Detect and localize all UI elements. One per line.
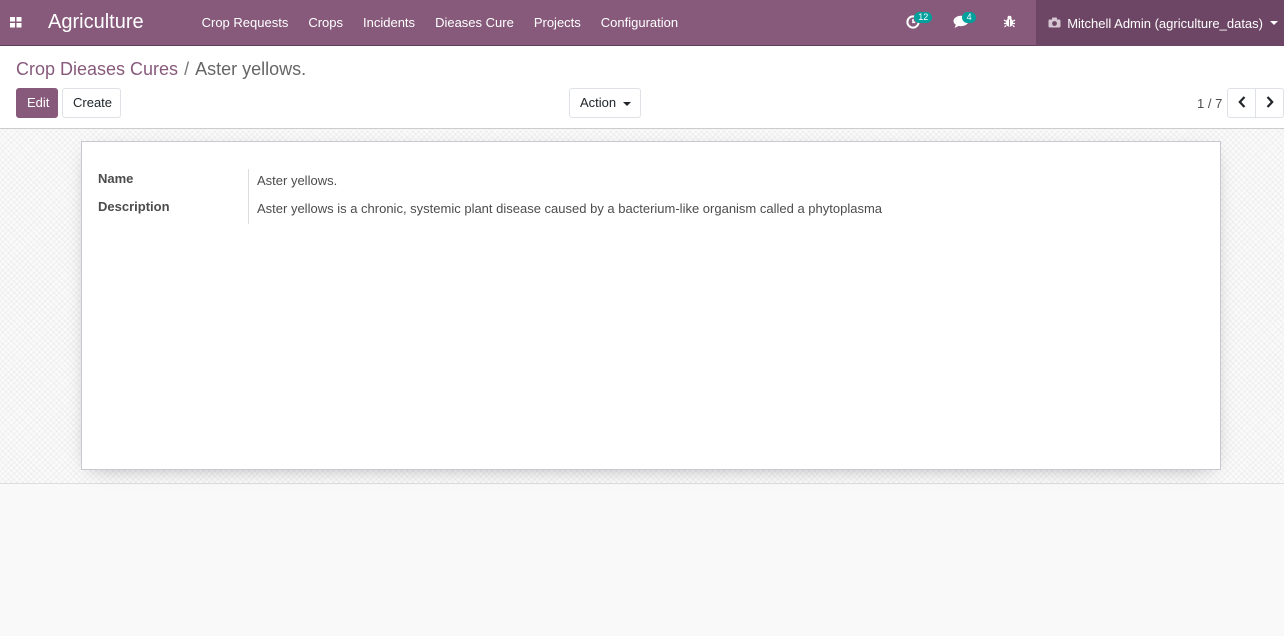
breadcrumb-current: Aster yellows.: [195, 59, 307, 79]
breadcrumb: Crop Dieases Cures / Aster yellows.: [16, 59, 306, 80]
name-label: Name: [98, 171, 134, 186]
action-dropdown[interactable]: Action: [569, 88, 641, 118]
field-divider: [248, 169, 249, 224]
systray: 12 4 Mitchell Admin (agriculture_datas): [889, 0, 1284, 46]
chevron-down-icon: [1270, 21, 1278, 25]
top-navbar: Agriculture Crop Requests Crops Incident…: [0, 0, 1284, 46]
menu-item-configuration[interactable]: Configuration: [591, 0, 688, 46]
activity-button[interactable]: 12: [889, 0, 937, 46]
user-menu[interactable]: Mitchell Admin (agriculture_datas): [1036, 0, 1284, 46]
action-label: Action: [580, 95, 617, 110]
user-name: Mitchell Admin (agriculture_datas): [1067, 15, 1263, 31]
menu-item-projects[interactable]: Projects: [524, 0, 591, 46]
control-panel: Crop Dieases Cures / Aster yellows. Edit C…: [0, 46, 1284, 129]
chevron-right-icon: [1266, 95, 1274, 111]
description-label: Description: [98, 199, 170, 214]
breadcrumb-parent-link[interactable]: Crop Dieases Cures: [16, 59, 178, 79]
app-brand[interactable]: Agriculture: [48, 11, 144, 34]
camera-icon: [1048, 16, 1061, 31]
name-field-value: Aster yellows.: [257, 173, 338, 188]
pager-value[interactable]: 1 / 7: [1197, 96, 1222, 111]
menu-item-crop-requests[interactable]: Crop Requests: [192, 0, 299, 46]
messages-button[interactable]: 4: [937, 0, 985, 46]
messages-count-badge: 4: [962, 12, 977, 23]
menu-item-incidents[interactable]: Incidents: [353, 0, 425, 46]
main-menu: Crop Requests Crops Incidents Dieases Cu…: [192, 0, 689, 46]
chevron-left-icon: [1237, 95, 1246, 111]
activity-count-badge: 12: [914, 12, 933, 23]
apps-menu-button[interactable]: [0, 0, 32, 46]
debug-button[interactable]: [985, 0, 1033, 46]
breadcrumb-separator: /: [184, 59, 190, 79]
pager-next-button[interactable]: [1255, 88, 1284, 118]
chevron-down-icon: [623, 101, 632, 106]
form-view-background: Name Description Aster yellows. Aster ye…: [0, 129, 1284, 484]
menu-item-crops[interactable]: Crops: [298, 0, 353, 46]
apps-grid-icon: [10, 17, 22, 28]
menu-item-dieases-cure[interactable]: Dieases Cure: [425, 0, 524, 46]
edit-button[interactable]: Edit: [16, 88, 58, 118]
form-sheet: Name Description Aster yellows. Aster ye…: [81, 141, 1221, 470]
pager-previous-button[interactable]: [1227, 88, 1256, 118]
bug-icon: [1003, 15, 1016, 31]
description-field-value: Aster yellows is a chronic, systemic pla…: [257, 201, 883, 216]
create-button[interactable]: Create: [62, 88, 121, 118]
